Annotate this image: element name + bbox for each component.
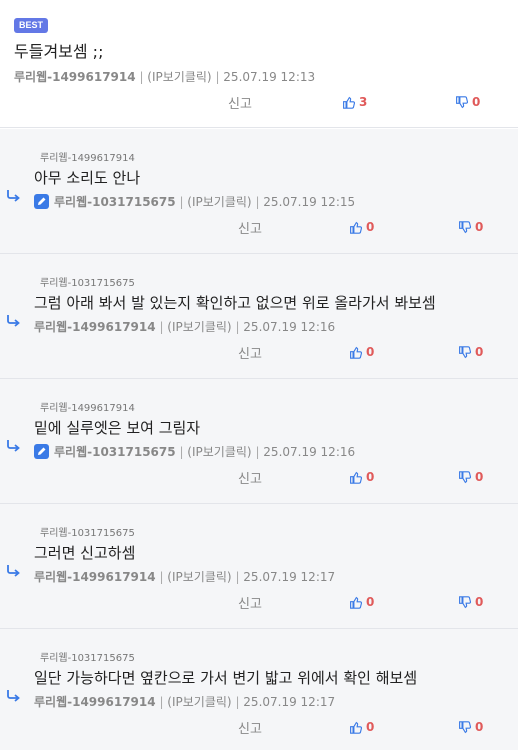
reply-comment: 루리웹-1031715675 그럼 아래 봐서 발 있는지 확인하고 없으면 위… — [0, 254, 518, 379]
comment-meta: 루리웹-1031715675 | (IP보기클릭) | 25.07.19 12:… — [34, 443, 355, 460]
dislike-count: 0 — [475, 220, 484, 234]
like-count: 0 — [366, 595, 375, 609]
report-button[interactable]: 신고 — [238, 593, 262, 612]
thumbs-down-icon — [456, 95, 468, 108]
report-button[interactable]: 신고 — [238, 218, 262, 237]
dislike-count: 0 — [472, 95, 481, 109]
like-count: 0 — [366, 345, 375, 359]
best-comment: BEST 두들겨보셈 ;; 루리웹-1499617914 | (IP보기클릭) … — [0, 0, 518, 128]
reply-to-user: 루리웹-1031715675 — [40, 653, 135, 664]
ip-view-link[interactable]: (IP보기클릭) — [187, 195, 251, 209]
comment-text: 그럼 아래 봐서 발 있는지 확인하고 없으면 위로 올라가서 봐보셈 — [34, 294, 436, 312]
comment-meta: 루리웹-1499617914 | (IP보기클릭) | 25.07.19 12:… — [34, 320, 336, 334]
comment-meta: 루리웹-1499617914 | (IP보기클릭) | 25.07.19 12:… — [34, 695, 336, 709]
comment-datetime: 25.07.19 12:17 — [243, 695, 336, 709]
reply-to-user: 루리웹-1031715675 — [40, 528, 135, 539]
reply-to-user: 루리웹-1499617914 — [40, 153, 135, 164]
report-button[interactable]: 신고 — [238, 468, 262, 487]
reply-comment: 루리웹-1031715675 일단 가능하다면 옆칸으로 가서 변기 밟고 위에… — [0, 629, 518, 750]
author-name[interactable]: 루리웹-1031715675 — [54, 445, 176, 459]
comment-text: 아무 소리도 안나 — [34, 169, 141, 187]
like-count: 0 — [366, 720, 375, 734]
dislike-button[interactable]: 0 — [458, 470, 483, 484]
ip-view-link[interactable]: (IP보기클릭) — [167, 320, 231, 334]
thumbs-up-icon — [350, 346, 362, 359]
comment-meta: 루리웹-1499617914 | (IP보기클릭) | 25.07.19 12:… — [34, 570, 336, 584]
like-count: 0 — [366, 220, 375, 234]
dislike-count: 0 — [475, 345, 484, 359]
comment-datetime: 25.07.19 12:16 — [263, 445, 356, 459]
thumbs-up-icon — [350, 221, 362, 234]
dislike-count: 0 — [475, 595, 484, 609]
like-button[interactable]: 0 — [349, 470, 374, 484]
comment-meta: 루리웹-1499617914 | (IP보기클릭) | 25.07.19 12:… — [14, 70, 316, 84]
thumbs-down-icon — [459, 595, 471, 608]
thumbs-down-icon — [459, 720, 471, 733]
comment-datetime: 25.07.19 12:16 — [243, 320, 336, 334]
dislike-button[interactable]: 0 — [458, 220, 483, 234]
reply-arrow-icon — [7, 440, 20, 452]
dislike-button[interactable]: 0 — [458, 720, 483, 734]
reply-arrow-icon — [7, 565, 20, 577]
reply-comment: 루리웹-1499617914 밑에 실루엣은 보여 그림자 루리웹-103171… — [0, 379, 518, 504]
ip-view-link[interactable]: (IP보기클릭) — [167, 695, 231, 709]
like-count: 3 — [359, 95, 368, 109]
like-button[interactable]: 0 — [349, 595, 374, 609]
dislike-button[interactable]: 0 — [458, 345, 483, 359]
pencil-icon — [34, 444, 49, 459]
reply-comment: 루리웹-1499617914 아무 소리도 안나 루리웹-1031715675 … — [0, 129, 518, 254]
dislike-button[interactable]: 0 — [458, 595, 483, 609]
thumbs-up-icon — [350, 596, 362, 609]
ip-view-link[interactable]: (IP보기클릭) — [147, 70, 211, 84]
dislike-count: 0 — [475, 470, 484, 484]
like-button[interactable]: 3 — [342, 95, 367, 109]
author-name[interactable]: 루리웹-1499617914 — [14, 70, 136, 84]
thumbs-down-icon — [459, 345, 471, 358]
author-name[interactable]: 루리웹-1031715675 — [54, 195, 176, 209]
comment-text: 그러면 신고하셈 — [34, 544, 136, 562]
reply-arrow-icon — [7, 190, 20, 202]
report-button[interactable]: 신고 — [238, 718, 262, 737]
ip-view-link[interactable]: (IP보기클릭) — [187, 445, 251, 459]
reply-arrow-icon — [7, 315, 20, 327]
reply-to-user: 루리웹-1031715675 — [40, 278, 135, 289]
author-name[interactable]: 루리웹-1499617914 — [34, 695, 156, 709]
comment-datetime: 25.07.19 12:15 — [263, 195, 356, 209]
like-count: 0 — [366, 470, 375, 484]
like-button[interactable]: 0 — [349, 720, 374, 734]
thumbs-up-icon — [343, 96, 355, 109]
pencil-icon — [34, 194, 49, 209]
comment-text: 일단 가능하다면 옆칸으로 가서 변기 밟고 위에서 확인 해보셈 — [34, 669, 418, 687]
ip-view-link[interactable]: (IP보기클릭) — [167, 570, 231, 584]
comment-datetime: 25.07.19 12:13 — [223, 70, 316, 84]
author-name[interactable]: 루리웹-1499617914 — [34, 570, 156, 584]
author-name[interactable]: 루리웹-1499617914 — [34, 320, 156, 334]
comment-text: 두들겨보셈 ;; — [14, 42, 104, 61]
thumbs-down-icon — [459, 220, 471, 233]
comment-datetime: 25.07.19 12:17 — [243, 570, 336, 584]
report-button[interactable]: 신고 — [228, 93, 252, 112]
reply-comment: 루리웹-1031715675 그러면 신고하셈 루리웹-1499617914 |… — [0, 504, 518, 629]
thumbs-down-icon — [459, 470, 471, 483]
dislike-count: 0 — [475, 720, 484, 734]
comment-meta: 루리웹-1031715675 | (IP보기클릭) | 25.07.19 12:… — [34, 193, 355, 210]
thumbs-up-icon — [350, 471, 362, 484]
dislike-button[interactable]: 0 — [455, 95, 480, 109]
reply-arrow-icon — [7, 690, 20, 702]
thumbs-up-icon — [350, 721, 362, 734]
comment-text: 밑에 실루엣은 보여 그림자 — [34, 419, 201, 437]
reply-to-user: 루리웹-1499617914 — [40, 403, 135, 414]
report-button[interactable]: 신고 — [238, 343, 262, 362]
like-button[interactable]: 0 — [349, 220, 374, 234]
best-badge: BEST — [14, 18, 49, 33]
like-button[interactable]: 0 — [349, 345, 374, 359]
